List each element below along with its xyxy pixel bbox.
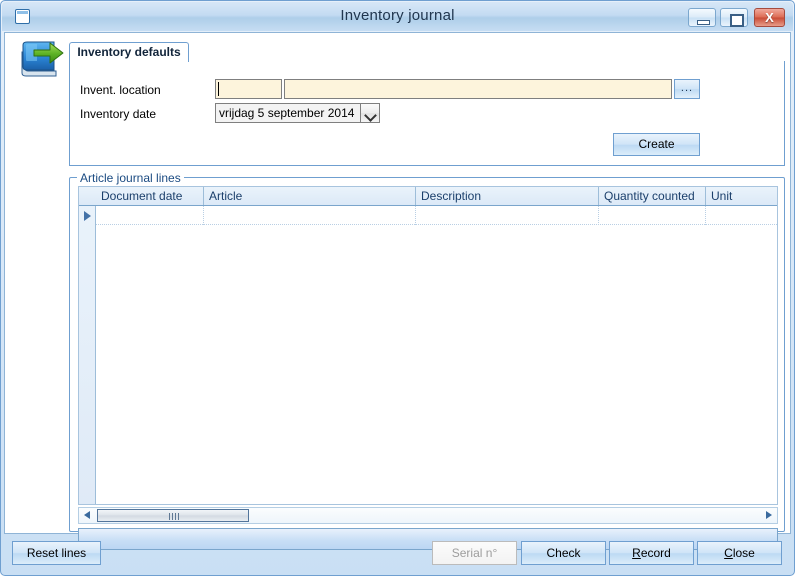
minimize-button[interactable] [688,8,716,27]
row-selector-arrow-icon [84,211,91,221]
close-dialog-button[interactable]: Close [697,541,782,565]
scroll-left-icon[interactable] [80,508,95,523]
client-area: Inventory defaults Invent. location ... … [4,32,791,534]
invent-location-code-input[interactable] [215,79,282,99]
cell-separator [415,206,416,225]
record-label-rest: ecord [641,546,671,560]
tab-inventory-defaults[interactable]: Inventory defaults [69,42,189,62]
column-header-unit[interactable]: Unit [705,187,778,205]
article-journal-lines-group: Document date Article Description Quanti… [69,177,785,532]
reset-lines-button[interactable]: Reset lines [12,541,101,565]
window-title: Inventory journal [2,7,793,24]
minimize-icon [689,9,715,26]
column-header-description[interactable]: Description [415,187,598,205]
maximize-button[interactable] [720,8,748,27]
table-row[interactable] [96,206,778,225]
invent-location-label: Invent. location [80,83,161,97]
scroll-right-icon[interactable] [761,508,776,523]
bottom-button-bar: Reset lines Serial n° Check Record Close [1,536,795,576]
column-header-document-date[interactable]: Document date [96,187,203,205]
check-button[interactable]: Check [521,541,606,565]
record-button[interactable]: Record [609,541,694,565]
inventory-defaults-panel: Inventory defaults Invent. location ... … [69,42,785,166]
row-indicator-column [79,187,96,505]
serial-number-button: Serial n° [432,541,517,565]
article-journal-lines-title: Article journal lines [77,171,184,185]
scrollbar-thumb[interactable] [97,509,249,522]
cell-separator [705,206,706,225]
inventory-date-label: Inventory date [80,107,156,121]
text-caret [218,82,219,96]
maximize-icon [721,9,747,26]
scrollbar-grip-icon [169,513,179,520]
close-label-rest: lose [733,546,755,560]
grid-horizontal-scrollbar[interactable] [78,507,778,524]
record-accelerator: R [632,546,641,560]
close-button[interactable]: X [754,8,785,27]
application-window: Inventory journal X [0,0,795,576]
create-button[interactable]: Create [613,133,700,156]
column-header-article[interactable]: Article [203,187,415,205]
cell-separator [203,206,204,225]
column-header-quantity-counted[interactable]: Quantity counted [598,187,705,205]
cell-separator [598,206,599,225]
title-bar[interactable]: Inventory journal X [2,2,793,31]
inventory-date-input[interactable]: vrijdag 5 september 2014 [215,103,360,123]
chevron-down-icon[interactable] [360,103,380,123]
book-with-green-arrow-icon [18,39,66,83]
article-journal-lines-grid[interactable]: Document date Article Description Quanti… [78,186,778,505]
close-accelerator: C [724,546,733,560]
grid-header-row: Document date Article Description Quanti… [79,187,778,206]
tab-content: Invent. location ... Inventory date vrij… [69,61,785,166]
browse-location-button[interactable]: ... [674,79,700,99]
invent-location-name-input[interactable] [284,79,672,99]
close-icon: X [755,9,784,26]
